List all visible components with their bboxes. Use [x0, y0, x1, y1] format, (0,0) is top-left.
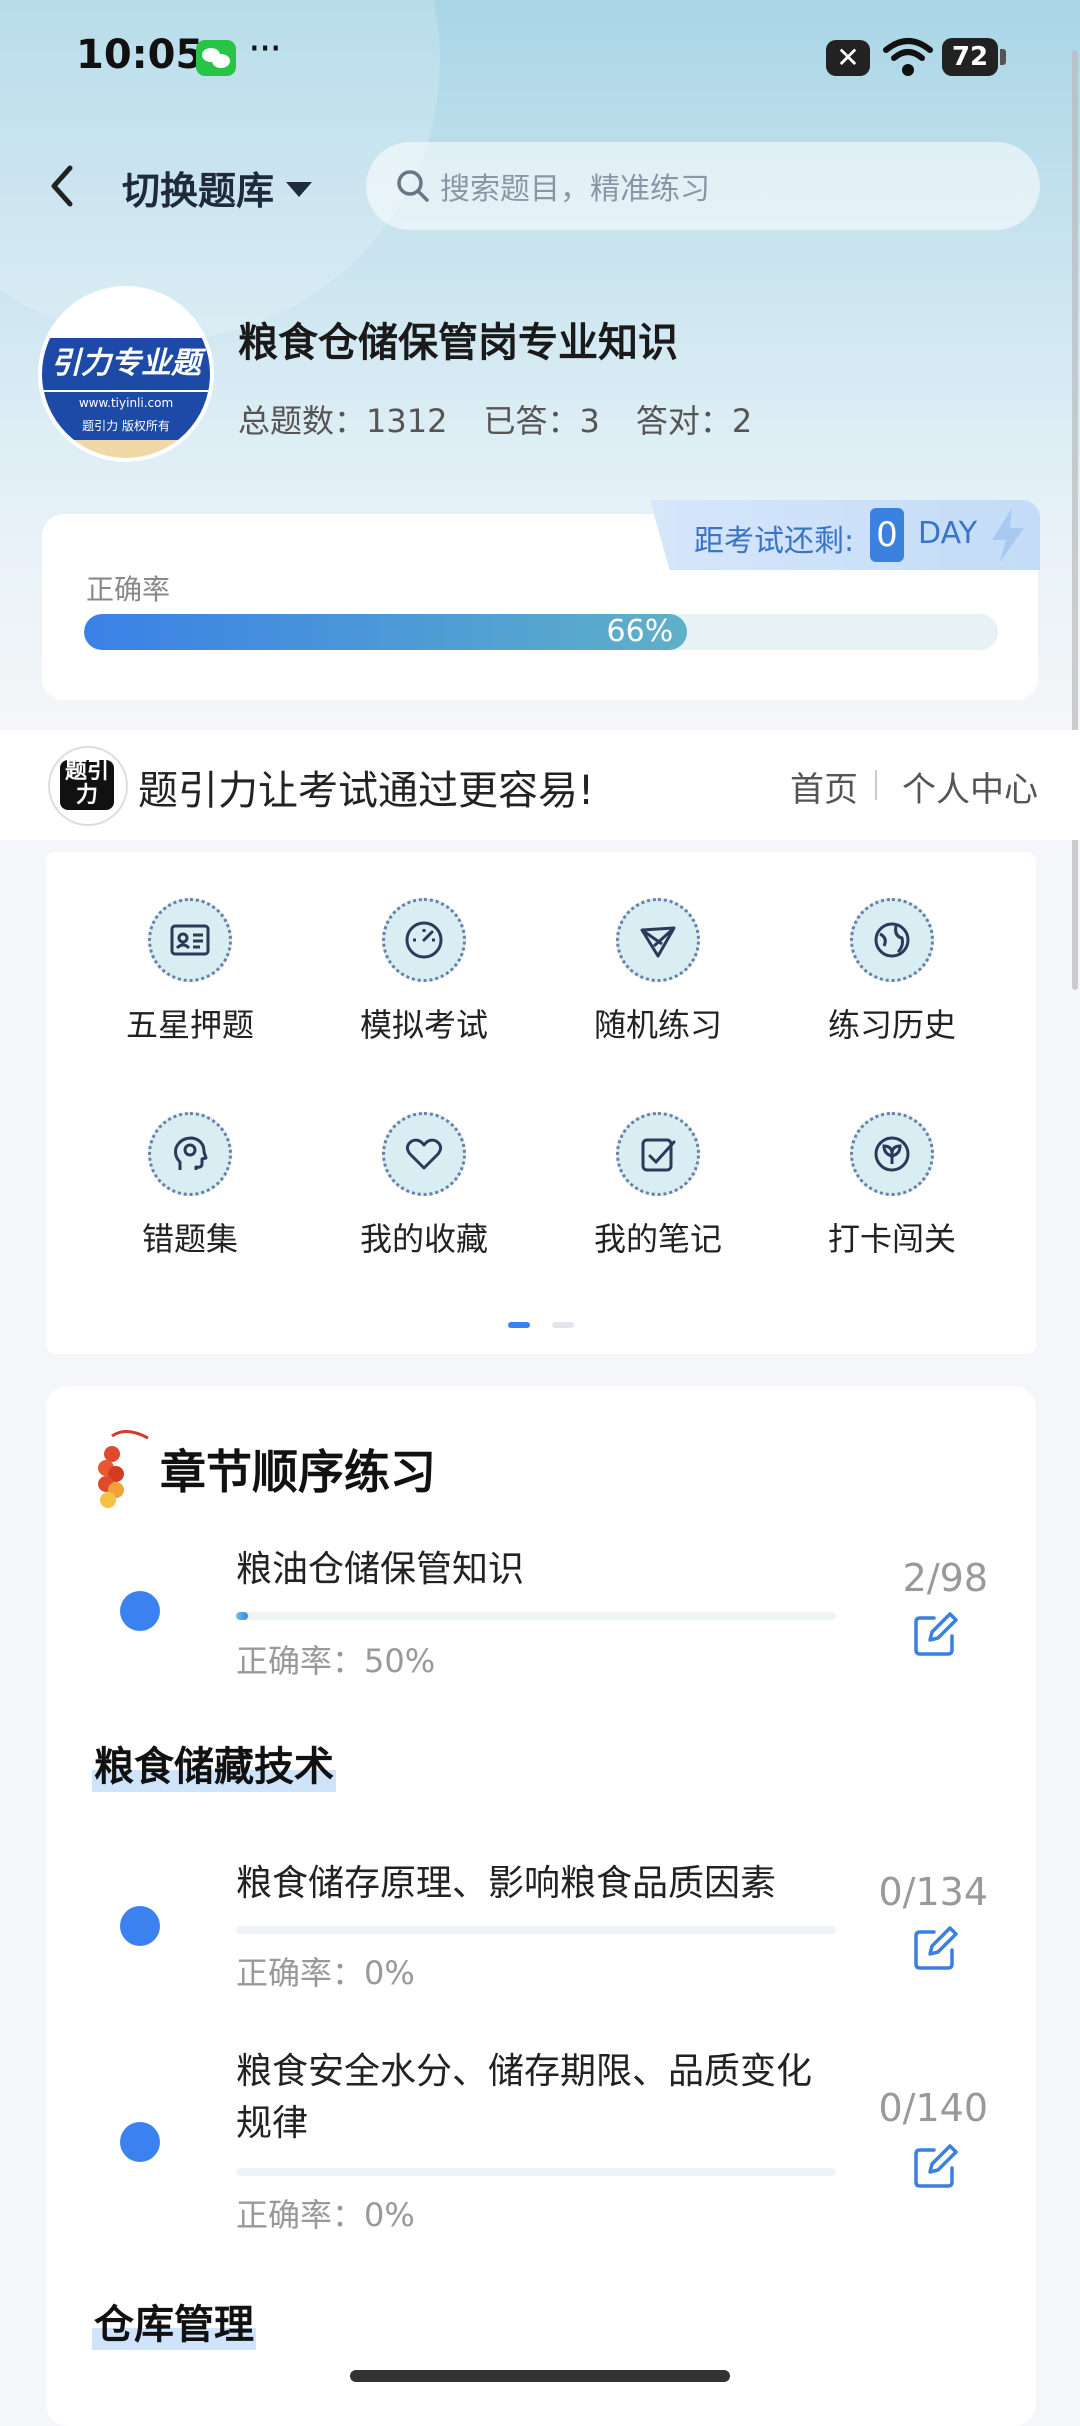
accuracy-label: 正确率: [86, 573, 171, 606]
accuracy-percent: 66%: [606, 614, 674, 649]
section-title: 粮食储藏技术: [92, 1734, 336, 1792]
switch-bank-label: 切换题库: [122, 169, 275, 213]
edit-icon[interactable]: [912, 2144, 958, 2190]
stat-correct: 答对：2: [635, 402, 753, 440]
edit-icon[interactable]: [912, 1926, 958, 1972]
nav-home-link[interactable]: 首页: [790, 762, 858, 811]
nav-profile-link[interactable]: 个人中心: [902, 762, 1038, 811]
feature-random-practice[interactable]: 随机练习: [558, 898, 758, 1046]
chapter-title: 章节顺序练习: [160, 1445, 436, 1499]
stat-answered: 已答：3: [483, 402, 600, 440]
head-icon: [148, 1112, 232, 1196]
scrollbar[interactable]: [1072, 50, 1078, 990]
chapter-count: 2/98: [902, 1556, 988, 1600]
bank-stats: 总题数：1312 已答：3 答对：2: [238, 396, 752, 442]
battery-icon: 72: [942, 38, 1006, 76]
chapter-status-dot: [120, 1591, 160, 1631]
seedling-icon: [850, 1112, 934, 1196]
firecracker-icon: [98, 1430, 149, 1508]
nav-divider: [875, 770, 877, 800]
chapter-accuracy: 正确率：50%: [236, 1642, 436, 1680]
wifi-icon: [883, 38, 933, 76]
search-input[interactable]: 搜索题目，精准练习: [366, 142, 1040, 230]
wechat-icon: [196, 40, 236, 76]
feature-label: 随机练习: [593, 1006, 722, 1044]
chapter-item-title: 粮油仓储保管知识: [236, 1549, 525, 1590]
shuffle-icon: [616, 898, 700, 982]
lightning-icon: [992, 508, 1024, 562]
feature-label: 打卡闯关: [827, 1220, 956, 1258]
chapter-item-title: 粮食安全水分、储存期限、品质变化规律: [236, 2051, 813, 2144]
feature-label: 我的笔记: [593, 1220, 722, 1258]
heart-icon: [382, 1112, 466, 1196]
chapter-progress-bar: [236, 1612, 836, 1620]
note-icon: [616, 1112, 700, 1196]
feature-label: 错题集: [141, 1220, 238, 1258]
chapter-accuracy: 正确率：0%: [236, 2196, 415, 2234]
chapter-progress-fill: [236, 1612, 248, 1620]
feature-label: 我的收藏: [359, 1220, 488, 1258]
feature-label: 模拟考试: [359, 1006, 488, 1044]
countdown-unit: DAY: [918, 516, 978, 551]
feature-checkin[interactable]: 打卡闯关: [792, 1112, 992, 1260]
chapter-count: 0/134: [878, 1870, 988, 1914]
countdown-label: 距考试还剩:: [694, 524, 855, 559]
accuracy-progress-fill: 66%: [84, 614, 688, 650]
bank-logo: 引力专业题 www.tiyinli.com 题引力 版权所有: [42, 290, 210, 458]
logo-copyright: 题引力 版权所有: [42, 414, 210, 440]
feature-history[interactable]: 练习历史: [792, 898, 992, 1046]
feature-mock-exam[interactable]: 模拟考试: [324, 898, 524, 1046]
logo-text: 引力专业题: [42, 338, 210, 390]
search-icon: [397, 170, 429, 202]
countdown-value: 0: [870, 508, 904, 562]
chapter-count: 0/140: [878, 2086, 988, 2130]
feature-favorites[interactable]: 我的收藏: [324, 1112, 524, 1260]
home-indicator[interactable]: [350, 2370, 730, 2382]
close-notification-icon: ✕: [826, 40, 870, 76]
slogan-text: 题引力让考试通过更容易!: [138, 768, 595, 814]
status-bar: 10:05 ··· ✕ 72: [0, 0, 1080, 118]
gauge-icon: [382, 898, 466, 982]
accuracy-progress-bar: 66%: [84, 614, 998, 650]
status-time: 10:05: [76, 32, 204, 78]
feature-wrong-questions[interactable]: 错题集: [90, 1112, 290, 1260]
chapter-item-title: 粮食储存原理、影响粮食品质因素: [236, 1863, 777, 1904]
switch-bank-dropdown[interactable]: 切换题库: [122, 160, 313, 215]
chapter-accuracy: 正确率：0%: [236, 1954, 415, 1992]
edit-icon[interactable]: [912, 1612, 958, 1658]
stat-total: 总题数：1312: [238, 402, 448, 440]
more-dots-icon: ···: [248, 26, 282, 72]
brand-logo-text: 题引力: [60, 760, 114, 810]
search-placeholder: 搜索题目，精准练习: [440, 172, 710, 207]
section-title: 仓库管理: [92, 2292, 256, 2350]
feature-five-star[interactable]: 五星押题: [90, 898, 290, 1046]
id-card-icon: [148, 898, 232, 982]
feature-notes[interactable]: 我的笔记: [558, 1112, 758, 1260]
page-indicator[interactable]: [552, 1322, 574, 1328]
chapter-status-dot: [120, 2122, 160, 2162]
feature-label: 练习历史: [827, 1006, 956, 1044]
caret-down-icon: [286, 182, 313, 197]
bank-title: 粮食仓储保管岗专业知识: [238, 320, 678, 366]
exam-countdown-badge: 距考试还剩: 0 DAY: [650, 500, 1040, 570]
feature-label: 五星押题: [125, 1006, 254, 1044]
page-indicator-active: [508, 1322, 530, 1328]
back-arrow-icon[interactable]: [40, 158, 84, 214]
chapter-progress-bar: [236, 1926, 836, 1934]
chapter-status-dot: [120, 1906, 160, 1946]
logo-url: www.tiyinli.com: [42, 390, 210, 414]
brand-logo: 题引力: [48, 746, 128, 826]
chapter-header: 章节顺序练习: [92, 1424, 436, 1514]
chapter-progress-bar: [236, 2168, 836, 2176]
globe-icon: [850, 898, 934, 982]
